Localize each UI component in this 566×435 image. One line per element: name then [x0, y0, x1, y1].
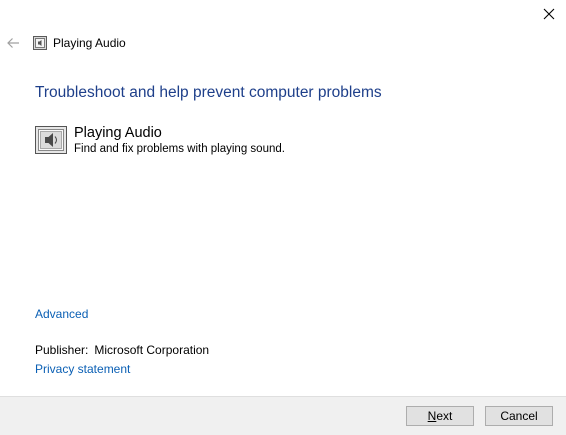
next-label-rest: ext: [436, 409, 453, 423]
advanced-link[interactable]: Advanced: [35, 307, 88, 321]
troubleshooter-text: Playing Audio Find and fix problems with…: [74, 124, 285, 157]
troubleshooter-description: Find and fix problems with playing sound…: [74, 143, 285, 155]
cancel-button[interactable]: Cancel: [485, 406, 553, 426]
back-button[interactable]: [1, 32, 25, 54]
troubleshooter-title: Playing Audio: [74, 125, 162, 141]
close-button[interactable]: [532, 0, 566, 28]
footer-bar: Next Cancel: [0, 396, 566, 435]
troubleshooter-window: Playing Audio Troubleshoot and help prev…: [0, 0, 566, 435]
publisher-value: Microsoft Corporation: [94, 343, 210, 357]
publisher-label: Publisher:: [35, 343, 89, 357]
audio-troubleshooter-icon: [33, 36, 47, 50]
title-bar: Playing Audio: [0, 32, 566, 54]
speaker-icon: [35, 126, 67, 154]
publisher-info: Publisher: Microsoft Corporation: [35, 343, 209, 357]
close-icon: [543, 8, 555, 20]
privacy-statement-link[interactable]: Privacy statement: [35, 362, 130, 376]
window-title: Playing Audio: [53, 36, 126, 50]
next-accelerator: N: [427, 409, 437, 423]
next-button[interactable]: Next: [406, 406, 474, 426]
back-arrow-icon: [7, 38, 19, 48]
troubleshooter-item[interactable]: Playing Audio Find and fix problems with…: [35, 124, 285, 157]
page-heading: Troubleshoot and help prevent computer p…: [35, 84, 382, 101]
